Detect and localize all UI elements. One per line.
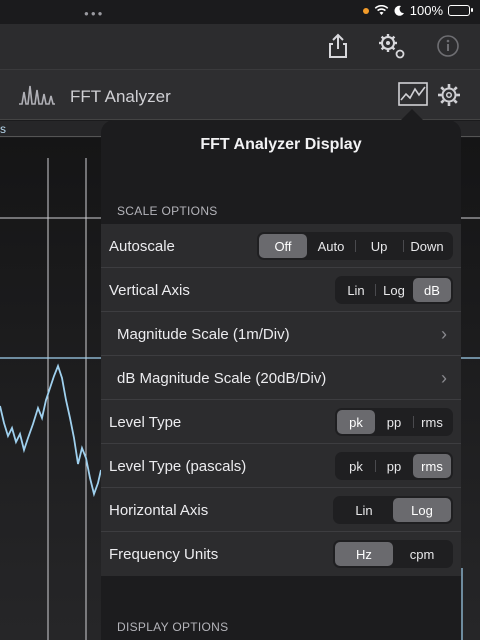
segment-db[interactable]: dB [413,278,451,302]
multitasking-dots-icon[interactable]: ●●● [84,9,105,18]
autoscale-label: Autoscale [109,238,175,255]
channel-label: s [0,122,6,136]
level-type-row: Level Type pk pp rms [101,400,461,444]
settings-gears-icon[interactable] [376,32,408,60]
segment-pk[interactable]: pk [337,410,375,434]
gear-icon[interactable] [436,82,462,108]
level-type-pascals-row: Level Type (pascals) pk pp rms [101,444,461,488]
horizontal-axis-label: Horizontal Axis [109,502,209,519]
segment-log[interactable]: Log [393,498,451,522]
display-chart-icon[interactable] [398,82,428,106]
app-title: FFT Analyzer [70,87,171,106]
chevron-right-icon: › [441,324,447,344]
vertical-axis-segmented-control: Lin Log dB [335,276,453,304]
frequency-units-label: Frequency Units [109,546,219,563]
wifi-icon [374,5,389,15]
vertical-axis-label: Vertical Axis [109,282,190,299]
db-magnitude-scale-row[interactable]: dB Magnitude Scale (20dB/Div) › [101,356,461,400]
scale-options-header: SCALE OPTIONS [117,204,218,218]
segment-up[interactable]: Up [355,234,403,258]
segment-pp[interactable]: pp [375,410,413,434]
level-type-segmented-control: pk pp rms [335,408,453,436]
level-type-pascals-segmented-control: pk pp rms [335,452,453,480]
db-magnitude-scale-label: dB Magnitude Scale (20dB/Div) [117,370,327,387]
share-icon[interactable] [324,32,352,60]
segment-down[interactable]: Down [403,234,451,258]
segment-log[interactable]: Log [375,278,413,302]
horizontal-axis-segmented-control: Lin Log [333,496,453,524]
status-bar: ●●● 100% [0,0,480,24]
info-icon[interactable] [434,32,462,60]
segment-lin[interactable]: Lin [335,498,393,522]
popover-title: FFT Analyzer Display [200,136,362,153]
segment-off[interactable]: Off [259,234,307,258]
segment-pk[interactable]: pk [337,454,375,478]
level-type-label: Level Type [109,414,182,431]
segment-cpm[interactable]: cpm [393,542,451,566]
segment-hz[interactable]: Hz [335,542,393,566]
vertical-axis-row: Vertical Axis Lin Log dB [101,268,461,312]
display-settings-popover: FFT Analyzer Display SCALE OPTIONS Autos… [101,120,461,640]
segment-lin[interactable]: Lin [337,278,375,302]
fft-spectrum-icon [19,85,55,105]
magnitude-scale-row[interactable]: Magnitude Scale (1m/Div) › [101,312,461,356]
autoscale-row: Autoscale Off Auto Up Down [101,224,461,268]
display-options-header: DISPLAY OPTIONS [117,620,229,634]
level-type-pascals-label: Level Type (pascals) [109,458,247,475]
top-toolbar [0,24,480,70]
horizontal-axis-row: Horizontal Axis Lin Log [101,488,461,532]
chevron-right-icon: › [441,368,447,388]
segment-rms[interactable]: rms [413,410,451,434]
battery-icon [448,5,473,16]
frequency-units-segmented-control: Hz cpm [333,540,453,568]
moon-icon [394,5,404,16]
scale-options-list: Autoscale Off Auto Up Down Vertical Axis Li… [101,224,461,576]
autoscale-segmented-control: Off Auto Up Down [257,232,453,260]
magnitude-scale-label: Magnitude Scale (1m/Div) [117,326,290,343]
segment-rms[interactable]: rms [413,454,451,478]
frequency-units-row: Frequency Units Hz cpm [101,532,461,576]
segment-pp[interactable]: pp [375,454,413,478]
segment-auto[interactable]: Auto [307,234,355,258]
battery-percent: 100% [409,3,443,18]
location-dot-icon [362,7,369,14]
